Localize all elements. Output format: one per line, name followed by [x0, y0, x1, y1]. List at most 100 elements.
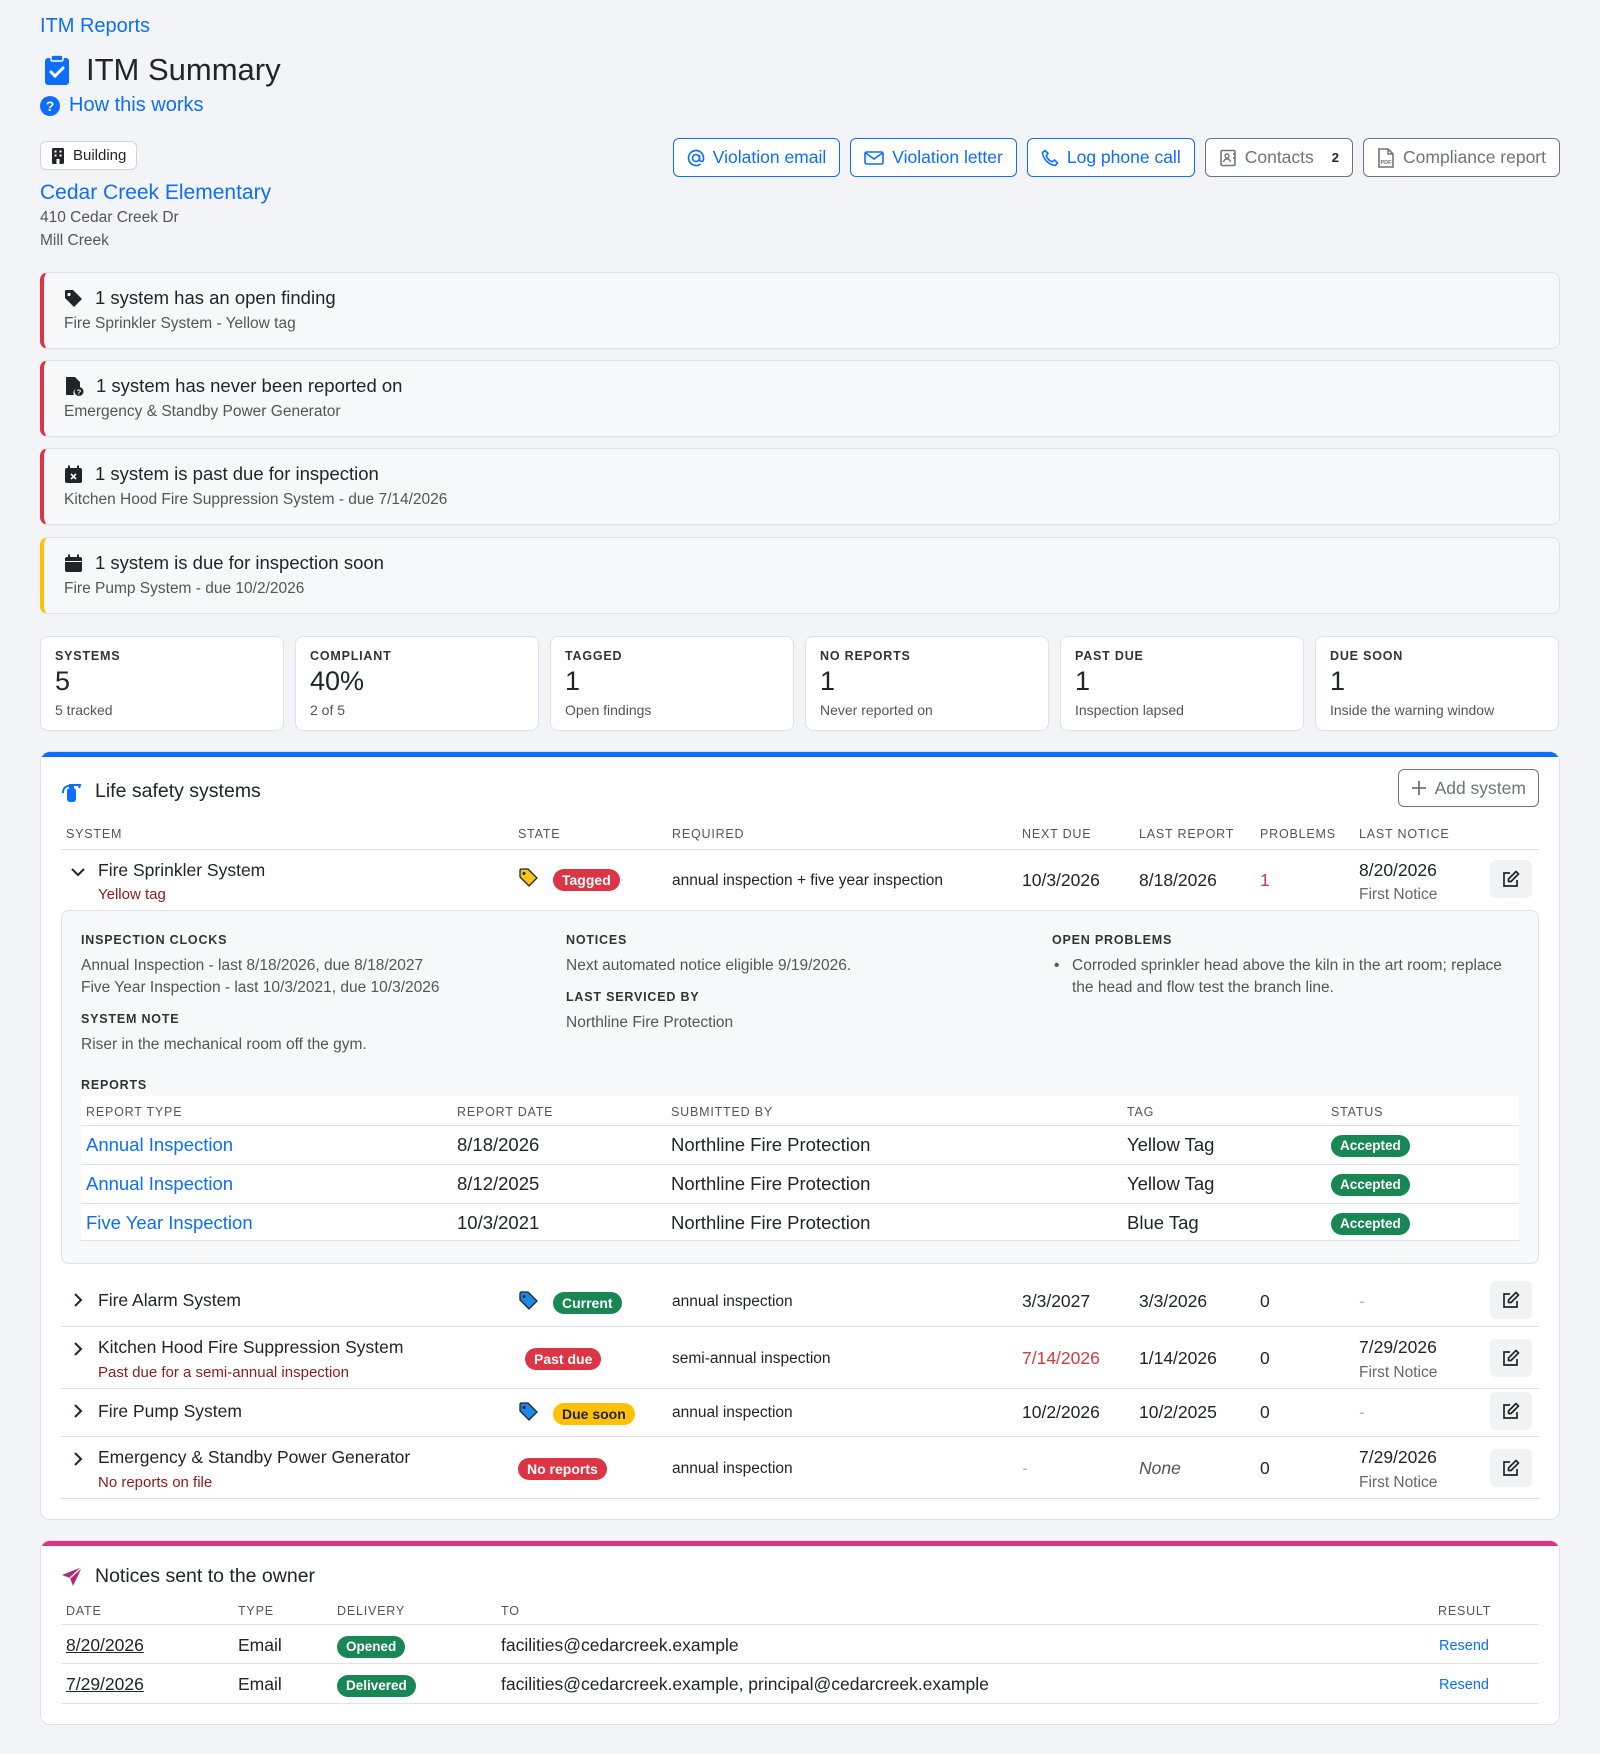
- system-note: Riser in the mechanical room off the gym…: [81, 1036, 367, 1053]
- status-badge: Accepted: [1331, 1174, 1410, 1196]
- system-row-fire-sprinkler[interactable]: Fire Sprinkler System Yellow tag Tagged …: [41, 850, 1559, 909]
- contacts-button[interactable]: Contacts 2: [1204, 138, 1354, 177]
- problem-line-1: Corroded sprinkler head above the kiln i…: [1072, 957, 1502, 974]
- at-sign-icon: [687, 149, 705, 167]
- edit-button[interactable]: [1490, 1339, 1532, 1377]
- col-required: REQUIRED: [672, 827, 745, 841]
- system-name: Fire Sprinkler System: [98, 860, 266, 880]
- chevron-down-icon[interactable]: [70, 864, 86, 880]
- resend-link[interactable]: Resend: [1439, 1638, 1489, 1654]
- chevron-right-icon[interactable]: [70, 1292, 86, 1308]
- report-row: Annual Inspection 8/18/2026 Northline Fi…: [81, 1126, 1519, 1164]
- add-system-button[interactable]: Add system: [1397, 769, 1539, 807]
- tag-icon: [64, 289, 83, 308]
- last-notice-date: -: [1359, 1402, 1365, 1422]
- next-due: 7/14/2026: [1022, 1348, 1100, 1368]
- system-name: Emergency & Standby Power Generator: [98, 1447, 411, 1467]
- system-sub: No reports on file: [98, 1474, 213, 1491]
- system-row-kitchen-hood[interactable]: Kitchen Hood Fire Suppression System Pas…: [41, 1327, 1559, 1388]
- chevron-right-icon[interactable]: [70, 1341, 86, 1357]
- report-row: Five Year Inspection 10/3/2021 Northline…: [81, 1204, 1519, 1241]
- edit-icon: [1502, 1402, 1520, 1420]
- edit-button[interactable]: [1490, 1449, 1532, 1487]
- col-system: SYSTEM: [66, 827, 123, 841]
- problems-count: 0: [1260, 1348, 1270, 1368]
- required-text: annual inspection + five year inspection: [672, 872, 943, 889]
- last-report: None: [1139, 1458, 1181, 1478]
- edit-button[interactable]: [1490, 1281, 1532, 1319]
- report-type-link[interactable]: Five Year Inspection: [86, 1212, 253, 1234]
- last-report-link[interactable]: 10/2/2025: [1139, 1402, 1217, 1423]
- system-row-fire-pump[interactable]: Fire Pump System Due soon annual inspect…: [41, 1389, 1559, 1436]
- address-line-2: Mill Creek: [40, 232, 109, 249]
- contact-card-icon: [1219, 149, 1237, 167]
- resend-link[interactable]: Resend: [1439, 1677, 1489, 1693]
- systems-card-title: Life safety systems: [95, 780, 261, 802]
- system-note-label: SYSTEM NOTE: [81, 1012, 180, 1026]
- phone-icon: [1041, 149, 1059, 167]
- edit-icon: [1502, 870, 1520, 888]
- action-toolbar: Violation email Violation letter Log pho…: [672, 138, 1560, 177]
- breadcrumb[interactable]: ITM Reports: [40, 15, 150, 38]
- compliance-report-button[interactable]: PDF Compliance report: [1363, 138, 1560, 177]
- alert-never-reported: ? 1 system has never been reported on Eme…: [40, 360, 1560, 437]
- yellow-tag-icon: [519, 868, 538, 887]
- system-row-emergency-generator[interactable]: Emergency & Standby Power Generator No r…: [41, 1437, 1559, 1498]
- chevron-right-icon[interactable]: [70, 1403, 86, 1419]
- log-phone-call-button[interactable]: Log phone call: [1026, 138, 1195, 177]
- col-last-notice: LAST NOTICE: [1359, 827, 1450, 841]
- address-line-1: 410 Cedar Creek Dr: [40, 209, 179, 226]
- notices-label: NOTICES: [566, 933, 628, 947]
- status-badge: Accepted: [1331, 1213, 1410, 1235]
- state-badge: Current: [553, 1292, 622, 1314]
- envelope-icon: [864, 150, 885, 166]
- last-report-link[interactable]: 8/18/2026: [1139, 870, 1217, 891]
- alert-past-due: 1 system is past due for inspection Kitc…: [40, 448, 1560, 525]
- next-due: 3/3/2027: [1022, 1291, 1091, 1311]
- svg-text:?: ?: [77, 388, 82, 397]
- building-icon: [51, 147, 65, 165]
- col-last-report: LAST REPORT: [1139, 827, 1235, 841]
- clock-annual: Annual Inspection - last 8/18/2026, due …: [81, 957, 424, 974]
- report-type-link[interactable]: Annual Inspection: [86, 1134, 233, 1156]
- chevron-right-icon[interactable]: [70, 1451, 86, 1467]
- status-badge: Accepted: [1331, 1135, 1410, 1157]
- col-problems: PROBLEMS: [1260, 827, 1336, 841]
- system-sub: Yellow tag: [98, 886, 166, 903]
- notice-row: 8/20/2026 Email Opened facilities@cedarc…: [41, 1625, 1559, 1663]
- last-notice-date: 8/20/2026: [1359, 860, 1437, 880]
- last-report-link[interactable]: 3/3/2026: [1139, 1291, 1207, 1312]
- system-row-fire-alarm[interactable]: Fire Alarm System Current annual inspect…: [41, 1278, 1559, 1322]
- breadcrumb-itm-reports[interactable]: ITM Reports: [40, 15, 150, 37]
- next-due: 10/2/2026: [1022, 1402, 1100, 1422]
- edit-button[interactable]: [1490, 860, 1532, 898]
- state-badge: No reports: [518, 1458, 607, 1480]
- system-name: Fire Pump System: [98, 1401, 242, 1421]
- blue-tag-icon: [519, 1402, 538, 1421]
- state-badge: Tagged: [553, 869, 620, 891]
- notice-date-link[interactable]: 8/20/2026: [66, 1635, 144, 1656]
- svg-text:?: ?: [46, 98, 55, 114]
- send-icon: [61, 1566, 83, 1588]
- notices-text: Next automated notice eligible 9/19/2026…: [566, 957, 852, 974]
- stat-past-due: PAST DUE 1 Inspection lapsed: [1060, 636, 1304, 731]
- problems-count: 0: [1260, 1458, 1270, 1478]
- file-question-icon: ?: [64, 376, 84, 396]
- notices-card-header: Notices sent to the owner: [61, 1565, 315, 1588]
- reports-table: REPORT TYPE REPORT DATE SUBMITTED BY TAG…: [81, 1096, 1519, 1241]
- last-report-link[interactable]: 1/14/2026: [1139, 1348, 1217, 1369]
- report-type-link[interactable]: Annual Inspection: [86, 1173, 233, 1195]
- edit-button[interactable]: [1490, 1392, 1532, 1430]
- open-problems-label: OPEN PROBLEMS: [1052, 933, 1173, 947]
- building-name-link[interactable]: Cedar Creek Elementary: [40, 181, 271, 205]
- how-this-works-link[interactable]: ? How this works: [40, 94, 203, 117]
- pdf-file-icon: PDF: [1377, 147, 1395, 168]
- bullet-icon: •: [1054, 957, 1060, 974]
- col-next-due: NEXT DUE: [1022, 827, 1092, 841]
- required-text: annual inspection: [672, 1460, 793, 1477]
- notice-date-link[interactable]: 7/29/2026: [66, 1674, 144, 1695]
- violation-email-button[interactable]: Violation email: [672, 138, 841, 177]
- problems-count: 0: [1260, 1291, 1270, 1311]
- building-badge: Building: [40, 141, 138, 170]
- violation-letter-button[interactable]: Violation letter: [850, 138, 1017, 177]
